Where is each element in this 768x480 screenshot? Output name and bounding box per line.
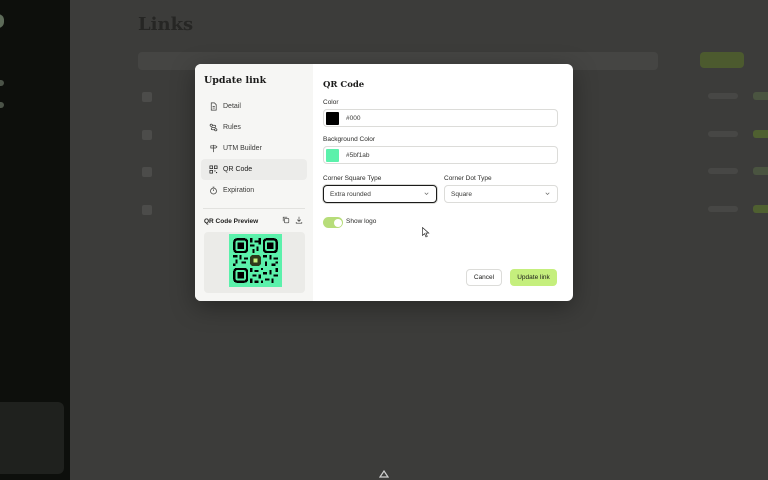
app-sidebar: [0, 0, 70, 480]
qr-code-image: [229, 234, 282, 287]
qr-preview-label: QR Code Preview: [204, 218, 259, 225]
app-logo: [0, 14, 4, 28]
modal-content: QR Code Color #000 Background Color #5bf…: [313, 64, 573, 301]
section-title: QR Code: [323, 80, 365, 90]
corner-square-value: Extra rounded: [330, 190, 371, 198]
sidebar-nav-indicator: [0, 102, 4, 108]
nav-item-detail[interactable]: Detail: [201, 96, 307, 117]
qr-preview-box: [204, 232, 305, 293]
chevron-down-icon: [544, 190, 551, 197]
qr-code-icon: [209, 165, 218, 174]
cancel-button[interactable]: Cancel: [466, 269, 502, 286]
copy-icon[interactable]: [282, 216, 290, 224]
nav-item-utm-builder[interactable]: UTM Builder: [201, 138, 307, 159]
nav-item-expiration[interactable]: Expiration: [201, 180, 307, 201]
background-color-swatch[interactable]: [326, 148, 339, 162]
corner-dot-label: Corner Dot Type: [444, 175, 492, 182]
nav-item-label: QR Code: [223, 166, 253, 173]
modal-title: Update link: [204, 75, 267, 86]
background-color-label: Background Color: [323, 136, 376, 143]
route-icon: [209, 123, 218, 132]
corner-dot-value: Square: [451, 190, 472, 198]
background-color-field[interactable]: #5bf1ab: [323, 146, 558, 164]
corner-square-label: Corner Square Type: [323, 175, 382, 182]
chevron-down-icon: [423, 190, 430, 197]
sidebar-card: [0, 402, 64, 474]
sidebar-nav-indicator: [0, 80, 4, 86]
color-label: Color: [323, 99, 339, 106]
corner-square-select[interactable]: Extra rounded: [323, 185, 437, 203]
nav-item-label: Expiration: [223, 187, 255, 194]
download-icon[interactable]: [295, 216, 303, 224]
corner-dot-select[interactable]: Square: [444, 185, 558, 203]
signpost-icon: [209, 144, 218, 153]
show-logo-toggle[interactable]: [323, 217, 343, 228]
modal-sidebar: Update link Detail Rules UTM Builder QR …: [195, 64, 313, 301]
update-link-modal: Update link Detail Rules UTM Builder QR …: [195, 64, 573, 301]
update-link-button[interactable]: Update link: [510, 269, 557, 286]
toggle-knob: [333, 218, 342, 227]
logo-mark-icon: [378, 469, 390, 480]
nav-item-label: Rules: [223, 124, 241, 131]
document-icon: [209, 102, 218, 111]
color-field[interactable]: #000: [323, 109, 558, 127]
divider: [203, 208, 305, 209]
create-link-button: [700, 52, 744, 68]
modal-nav: Detail Rules UTM Builder QR Code Expirat…: [201, 96, 307, 201]
show-logo-label: Show logo: [346, 218, 377, 225]
color-value: #000: [346, 114, 361, 122]
nav-item-label: Detail: [223, 103, 241, 110]
timer-icon: [209, 186, 218, 195]
color-swatch[interactable]: [326, 111, 339, 125]
nav-item-label: UTM Builder: [223, 145, 262, 152]
mouse-cursor-icon: [422, 227, 430, 238]
nav-item-qr-code[interactable]: QR Code: [201, 159, 307, 180]
nav-item-rules[interactable]: Rules: [201, 117, 307, 138]
page-title: Links: [138, 14, 194, 35]
background-color-value: #5bf1ab: [346, 151, 370, 159]
qr-preview-actions: [282, 216, 303, 224]
